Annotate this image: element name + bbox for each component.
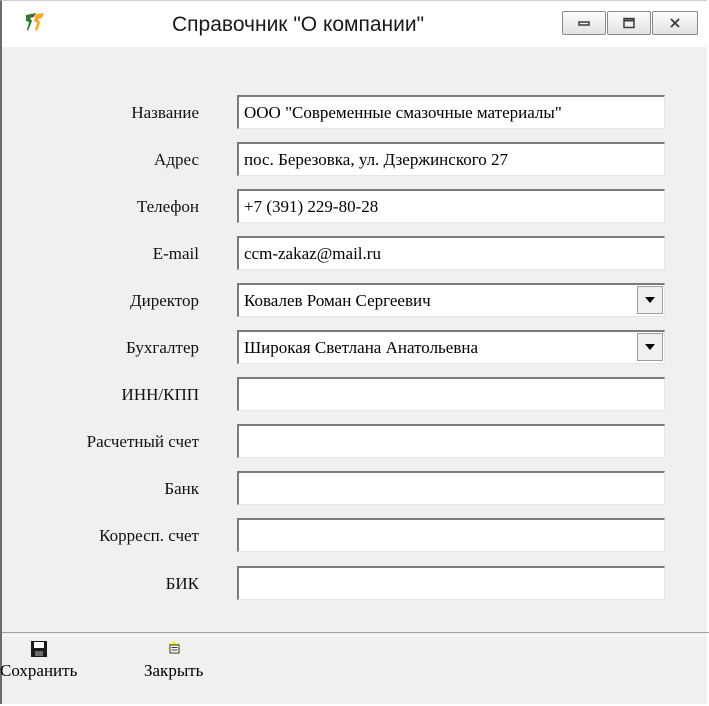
- window-controls: [562, 11, 699, 35]
- inn-kpp-label: ИНН/КПП: [121, 385, 199, 404]
- inn-kpp-field[interactable]: [237, 377, 665, 411]
- minimize-icon: [578, 21, 590, 26]
- close-label: Закрыть: [144, 661, 204, 680]
- email-label: E-mail: [152, 244, 199, 263]
- chevron-down-icon: [645, 344, 655, 350]
- row-address: Адрес пос. Березовка, ул. Дзержинского 2…: [2, 142, 702, 178]
- row-name: Название ООО "Современные смазочные мате…: [2, 95, 702, 131]
- row-phone: Телефон +7 (391) 229-80-28: [2, 189, 702, 225]
- name-field[interactable]: ООО "Современные смазочные материалы": [237, 95, 665, 129]
- bik-field[interactable]: [237, 566, 665, 600]
- accountant-select[interactable]: Широкая Светлана Анатольевна: [237, 330, 665, 364]
- row-director: Директор Ковалев Роман Сергеевич: [2, 283, 702, 319]
- bank-label: Банк: [164, 479, 199, 498]
- account-label: Расчетный счет: [86, 432, 199, 451]
- account-field[interactable]: [237, 424, 665, 458]
- address-label: Адрес: [154, 150, 199, 169]
- row-account: Расчетный счет: [2, 424, 702, 460]
- accountant-value: Широкая Светлана Анатольевна: [244, 338, 479, 357]
- address-field[interactable]: пос. Березовка, ул. Дзержинского 27: [237, 142, 665, 176]
- save-label: Сохранить: [0, 661, 78, 680]
- director-dropdown-button[interactable]: [637, 286, 663, 314]
- name-label: Название: [131, 103, 199, 122]
- minimize-button[interactable]: [562, 11, 606, 35]
- row-inn-kpp: ИНН/КПП: [2, 377, 702, 413]
- bik-label: БИК: [165, 574, 199, 593]
- row-corr-account: Корресп. счет: [2, 518, 702, 554]
- row-bank: Банк: [2, 471, 702, 507]
- title-bar[interactable]: Справочник "О компании": [2, 1, 707, 47]
- door-exit-icon: [166, 640, 181, 655]
- director-label: Директор: [130, 291, 199, 310]
- close-button[interactable]: [652, 11, 698, 35]
- floppy-disk-icon: [30, 641, 47, 657]
- corr-account-label: Корресп. счет: [99, 526, 199, 545]
- save-button[interactable]: Сохранить: [0, 639, 77, 681]
- maximize-icon: [623, 17, 635, 29]
- toolbar-divider: [2, 632, 709, 636]
- accountant-dropdown-button[interactable]: [637, 333, 663, 361]
- window-title: Справочник "О компании": [172, 13, 425, 36]
- phone-field[interactable]: +7 (391) 229-80-28: [237, 189, 665, 223]
- delphi-app-icon: [24, 12, 46, 32]
- director-value: Ковалев Роман Сергеевич: [244, 291, 431, 310]
- chevron-down-icon: [645, 297, 655, 303]
- accountant-label: Бухгалтер: [126, 338, 199, 357]
- maximize-button[interactable]: [607, 11, 651, 35]
- phone-label: Телефон: [136, 197, 199, 216]
- row-bik: БИК: [2, 566, 702, 602]
- corr-account-field[interactable]: [237, 518, 665, 552]
- bank-field[interactable]: [237, 471, 665, 505]
- row-accountant: Бухгалтер Широкая Светлана Анатольевна: [2, 330, 702, 366]
- close-icon: [670, 18, 680, 28]
- email-field[interactable]: ccm-zakaz@mail.ru: [237, 236, 665, 270]
- director-select[interactable]: Ковалев Роман Сергеевич: [237, 283, 665, 317]
- row-email: E-mail ccm-zakaz@mail.ru: [2, 236, 702, 272]
- company-info-window: Справочник "О компании" Название ООО "Со…: [0, 0, 709, 704]
- close-form-button[interactable]: Закрыть: [144, 639, 203, 681]
